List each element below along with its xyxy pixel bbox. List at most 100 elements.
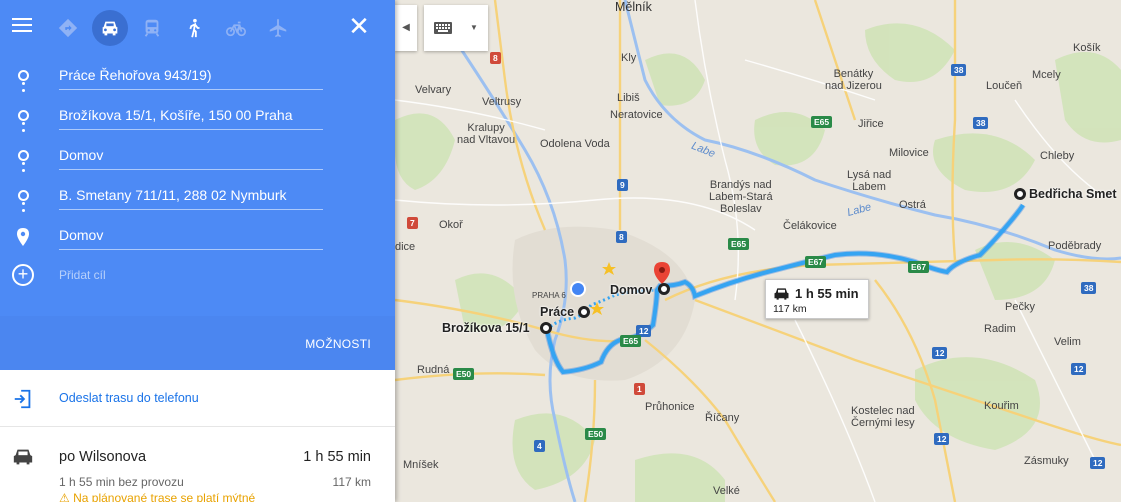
town-lysa: Lysá nad Labem <box>847 169 892 193</box>
town-kosik: Košík <box>1073 42 1101 54</box>
town-koufim: Kouřim <box>984 400 1019 412</box>
keyboard-icon <box>434 22 452 34</box>
connector-dots <box>22 122 25 136</box>
road-shield-e67b: E67 <box>908 261 930 273</box>
waypoint-marker-bedricha[interactable] <box>1014 188 1026 200</box>
town-dice: dice <box>395 241 416 253</box>
town-okor: Okoř <box>439 219 463 231</box>
road-shield-12e: 12 <box>1090 457 1106 469</box>
input-tools-button[interactable]: ▼ <box>424 5 488 51</box>
dropdown-arrow-icon: ▼ <box>470 23 478 32</box>
map-base <box>395 0 1121 502</box>
map-canvas[interactable]: Mělník Velvary Veltrusy Kralupy nad Vlta… <box>395 0 1121 502</box>
town-zasmuky: Zásmuky <box>1024 455 1069 467</box>
stop-input-1[interactable]: Práce Řehořova 943/19) <box>59 64 323 90</box>
waypoint-marker-domov[interactable] <box>658 283 670 295</box>
best-route-icon[interactable] <box>50 10 86 46</box>
stop-dot-icon <box>18 70 29 81</box>
bike-icon[interactable] <box>218 10 254 46</box>
waypoint-label-brozikova: Brožíkova 15/1 <box>442 321 530 335</box>
directions-form: ✕ Práce Řehořova 943/19) Brožíkova 15/1,… <box>0 0 395 316</box>
road-shield-38b: 38 <box>973 117 989 129</box>
road-shield-38c: 38 <box>1081 282 1097 294</box>
road-shield-9: 9 <box>617 179 628 191</box>
stop-input-4[interactable]: B. Smetany 711/11, 288 02 Nymburk <box>59 184 323 210</box>
destination-pin-icon <box>17 228 29 246</box>
add-destination-input[interactable]: Přidat cíl <box>59 268 106 282</box>
town-kly: Kly <box>621 52 637 64</box>
road-shield-12c: 12 <box>1071 363 1087 375</box>
stop-dot-icon <box>18 190 29 201</box>
callout-distance: 117 km <box>773 303 807 315</box>
options-button-label[interactable]: MOŽNOSTI <box>305 337 371 351</box>
road-shield-e65c: E65 <box>620 335 642 347</box>
town-radim: Radim <box>984 323 1016 335</box>
connector-dots <box>22 82 25 96</box>
car-icon <box>102 21 118 36</box>
stop-dot-icon <box>18 110 29 121</box>
town-ostra: Ostrá <box>899 199 926 211</box>
send-to-phone-link[interactable]: Odeslat trasu do telefonu <box>59 391 199 405</box>
road-shield-7: 7 <box>407 217 418 229</box>
road-shield-e65a: E65 <box>811 116 833 128</box>
stop-row-2: Brožíkova 15/1, Košíře, 150 00 Praha <box>0 96 395 136</box>
route-distance: 117 km <box>332 475 371 489</box>
route-callout[interactable]: 1 h 55 min 117 km <box>765 279 869 319</box>
town-pruhonice: Průhonice <box>645 401 695 413</box>
send-to-phone-row[interactable]: Odeslat trasu do telefonu <box>0 371 395 427</box>
town-veltrusy: Veltrusy <box>482 96 522 108</box>
town-milovice: Milovice <box>889 147 929 159</box>
town-velim: Velim <box>1054 336 1081 348</box>
car-icon <box>774 288 789 300</box>
stop-row-5: Domov <box>0 216 395 256</box>
stop-row-4: B. Smetany 711/11, 288 02 Nymburk <box>0 176 395 216</box>
road-shield-e50a: E50 <box>453 368 475 380</box>
collapse-panel-button[interactable]: ◀ <box>395 5 417 51</box>
send-to-phone-icon <box>14 389 31 409</box>
close-icon: ✕ <box>348 11 370 41</box>
toll-warning: ⚠ Na plánované trase se platí mýtné <box>59 491 255 502</box>
town-podebrady: Poděbrady <box>1048 240 1102 252</box>
close-directions-button[interactable]: ✕ <box>347 11 371 41</box>
transit-icon[interactable] <box>134 10 170 46</box>
town-rudna: Rudná <box>417 364 450 376</box>
road-shield-e65b: E65 <box>728 238 750 250</box>
connector-dots <box>22 202 25 216</box>
flight-icon[interactable] <box>260 10 296 46</box>
walk-icon[interactable] <box>176 10 212 46</box>
directions-panel: ✕ Práce Řehořova 943/19) Brožíkova 15/1,… <box>0 0 395 502</box>
road-shield-12d: 12 <box>934 433 950 445</box>
waypoint-marker-brozikova[interactable] <box>540 322 552 334</box>
road-shield-1: 1 <box>634 383 645 395</box>
road-shield-e67a: E67 <box>805 256 827 268</box>
waypoint-label-domov: Domov <box>610 283 653 297</box>
town-velke: Velké <box>713 485 740 497</box>
town-mcely: Mcely <box>1032 69 1061 81</box>
town-odolena: Odolena Voda <box>540 138 610 150</box>
town-libis: Libiš <box>617 92 640 104</box>
add-destination-icon[interactable]: + <box>12 264 34 286</box>
stop-dot-icon <box>18 150 29 161</box>
district-praha6: PRAHA 6 <box>532 291 566 300</box>
route-subtitle: 1 h 55 min bez provozu <box>59 475 184 489</box>
town-loucen: Loučeň <box>986 80 1023 92</box>
town-neratovice: Neratovice <box>610 109 663 121</box>
town-velvary: Velvary <box>415 84 452 96</box>
stop-input-3[interactable]: Domov <box>59 144 323 170</box>
route-time: 1 h 55 min <box>303 449 371 465</box>
stop-input-5[interactable]: Domov <box>59 224 323 250</box>
route-option[interactable]: po Wilsonova 1 h 55 min 1 h 55 min bez p… <box>0 428 395 502</box>
town-jirice: Jiřice <box>858 118 884 130</box>
waypoint-marker-prace[interactable] <box>578 306 590 318</box>
warning-icon: ⚠ <box>59 491 74 502</box>
car-mode-button[interactable] <box>92 10 128 46</box>
stop-input-2[interactable]: Brožíkova 15/1, Košíře, 150 00 Praha <box>59 104 323 130</box>
road-shield-38a: 38 <box>951 64 967 76</box>
chevron-left-icon: ◀ <box>402 22 410 33</box>
road-shield-12b: 12 <box>932 347 948 359</box>
road-shield-8: 8 <box>490 52 501 64</box>
road-shield-e50b: E50 <box>585 428 607 440</box>
town-celakovice: Čelákovice <box>783 220 837 232</box>
town-benatky: Benátky nad Jizerou <box>825 68 882 92</box>
town-melnik: Mělník <box>615 0 652 14</box>
